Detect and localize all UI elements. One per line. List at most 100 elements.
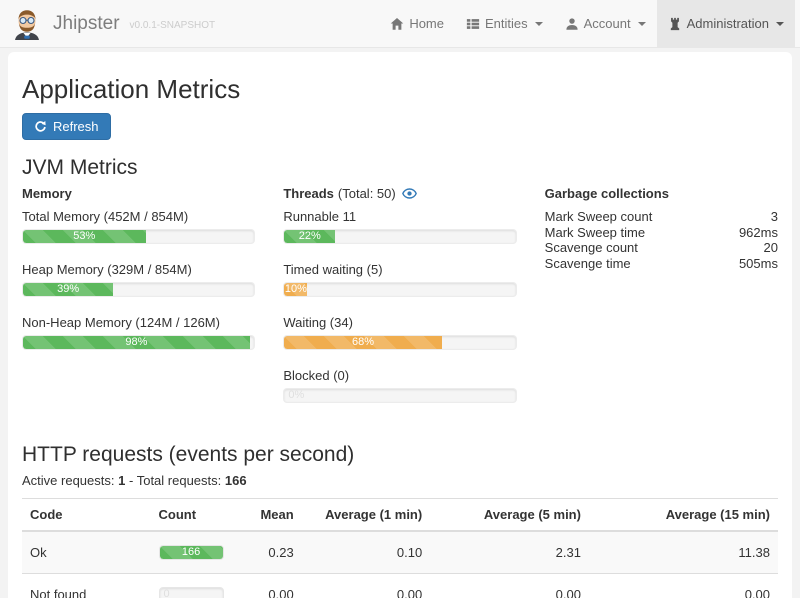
active-requests-label: Active requests:: [22, 473, 115, 488]
gc-row-marksweep-time: Mark Sweep time 962ms: [545, 225, 778, 241]
total-memory-label: Total Memory (452M / 854M): [22, 209, 255, 224]
nonheap-memory-label: Non-Heap Memory (124M / 126M): [22, 315, 255, 330]
avg5-cell: 2.31: [430, 531, 589, 574]
brand-version: v0.0.1-SNAPSHOT: [130, 20, 216, 31]
gc-label: Scavenge time: [545, 256, 631, 272]
refresh-icon: [34, 120, 47, 133]
blocked-progressbar: 0%: [283, 388, 516, 403]
blocked-metric: Blocked (0) 0%: [283, 368, 516, 403]
col-header-mean: Mean: [241, 499, 301, 532]
chevron-down-icon: [638, 22, 646, 26]
col-header-count: Count: [151, 499, 242, 532]
count-value: 0: [164, 588, 170, 598]
heap-memory-metric: Heap Memory (329M / 854M) 39%: [22, 262, 255, 297]
mean-cell: 0.00: [241, 574, 301, 598]
avg5-cell: 0.00: [430, 574, 589, 598]
avg1-cell: 0.00: [302, 574, 431, 598]
http-requests-table: Code Count Mean Average (1 min) Average …: [22, 498, 778, 598]
http-requests-summary: Active requests: 1 - Total requests: 166: [22, 473, 778, 488]
progress-value: 98%: [23, 336, 250, 349]
timed-waiting-metric: Timed waiting (5) 10%: [283, 262, 516, 297]
summary-separator: -: [129, 473, 133, 488]
runnable-label: Runnable 11: [283, 209, 516, 224]
gc-title: Garbage collections: [545, 186, 778, 201]
count-progressbar: 0: [159, 587, 224, 598]
col-header-code: Code: [22, 499, 151, 532]
navbar: Jhipster v0.0.1-SNAPSHOT Home Entities A…: [0, 0, 800, 48]
progress-value: 39%: [23, 283, 113, 296]
threads-column: Threads (Total: 50) Runnable 11 22%: [283, 186, 516, 421]
page-title: Application Metrics: [22, 74, 778, 105]
waiting-metric: Waiting (34) 68%: [283, 315, 516, 350]
nav-item-home[interactable]: Home: [379, 0, 455, 47]
table-row-ok: Ok 166 0.23 0.10 2.31 11.38: [22, 531, 778, 574]
col-header-avg5: Average (5 min): [430, 499, 589, 532]
gc-label: Mark Sweep time: [545, 225, 645, 241]
user-icon: [565, 17, 579, 31]
table-header-row: Code Count Mean Average (1 min) Average …: [22, 499, 778, 532]
content-panel: Application Metrics Refresh JVM Metrics …: [8, 52, 792, 598]
brand-name: Jhipster: [53, 13, 120, 35]
threads-total: (Total: 50): [338, 186, 396, 201]
gc-label: Scavenge count: [545, 240, 638, 256]
list-icon: [466, 17, 480, 31]
code-cell: Ok: [22, 531, 151, 574]
progress-value: 10%: [284, 283, 307, 296]
gc-value: 3: [771, 209, 778, 225]
home-icon: [390, 17, 404, 31]
memory-column: Memory Total Memory (452M / 854M) 53% He…: [22, 186, 255, 421]
col-header-avg15: Average (15 min): [589, 499, 778, 532]
count-value: 166: [160, 546, 223, 559]
nav-item-entities[interactable]: Entities: [455, 0, 554, 47]
gc-label: Mark Sweep count: [545, 209, 653, 225]
chevron-down-icon: [776, 22, 784, 26]
eye-icon[interactable]: [402, 186, 417, 201]
gc-row-marksweep-count: Mark Sweep count 3: [545, 209, 778, 225]
timed-waiting-progressbar: 10%: [283, 282, 516, 297]
avg15-cell: 11.38: [589, 531, 778, 574]
http-requests-title: HTTP requests (events per second): [22, 443, 778, 467]
count-progressbar: 166: [159, 545, 224, 560]
nav-item-label: Entities: [485, 16, 528, 31]
nonheap-memory-metric: Non-Heap Memory (124M / 126M) 98%: [22, 315, 255, 350]
waiting-label: Waiting (34): [283, 315, 516, 330]
col-header-avg1: Average (1 min): [302, 499, 431, 532]
table-row-not-found: Not found 0 0.00 0.00 0.00 0.00: [22, 574, 778, 598]
gc-value: 962ms: [739, 225, 778, 241]
memory-title: Memory: [22, 186, 255, 201]
nav-item-label: Administration: [687, 16, 769, 31]
refresh-button[interactable]: Refresh: [22, 113, 111, 140]
progress-value: 68%: [284, 336, 441, 349]
avg1-cell: 0.10: [302, 531, 431, 574]
total-memory-metric: Total Memory (452M / 854M) 53%: [22, 209, 255, 244]
threads-title: Threads (Total: 50): [283, 186, 516, 201]
active-requests-value: 1: [118, 473, 125, 488]
avg15-cell: 0.00: [589, 574, 778, 598]
nonheap-memory-progressbar: 98%: [22, 335, 255, 350]
chevron-down-icon: [535, 22, 543, 26]
brand[interactable]: Jhipster v0.0.1-SNAPSHOT: [0, 0, 215, 47]
nav-item-administration[interactable]: Administration: [657, 0, 795, 47]
progress-value: 0%: [288, 389, 304, 402]
progress-value: 53%: [23, 230, 146, 243]
jhipster-avatar-logo: [9, 6, 45, 42]
runnable-progressbar: 22%: [283, 229, 516, 244]
code-cell: Not found: [22, 574, 151, 598]
gc-value: 20: [764, 240, 778, 256]
threads-title-text: Threads: [283, 186, 334, 201]
nav-menu: Home Entities Account Administration: [379, 0, 800, 47]
count-cell: 166: [151, 531, 242, 574]
jvm-metrics-title: JVM Metrics: [22, 156, 778, 180]
count-cell: 0: [151, 574, 242, 598]
nav-item-account[interactable]: Account: [554, 0, 657, 47]
nav-item-label: Home: [409, 16, 444, 31]
progress-value: 22%: [284, 230, 335, 243]
total-requests-label: Total requests:: [137, 473, 222, 488]
total-memory-progressbar: 53%: [22, 229, 255, 244]
jvm-metrics-grid: Memory Total Memory (452M / 854M) 53% He…: [22, 186, 778, 421]
timed-waiting-label: Timed waiting (5): [283, 262, 516, 277]
heap-memory-progressbar: 39%: [22, 282, 255, 297]
waiting-progressbar: 68%: [283, 335, 516, 350]
gc-value: 505ms: [739, 256, 778, 272]
heap-memory-label: Heap Memory (329M / 854M): [22, 262, 255, 277]
